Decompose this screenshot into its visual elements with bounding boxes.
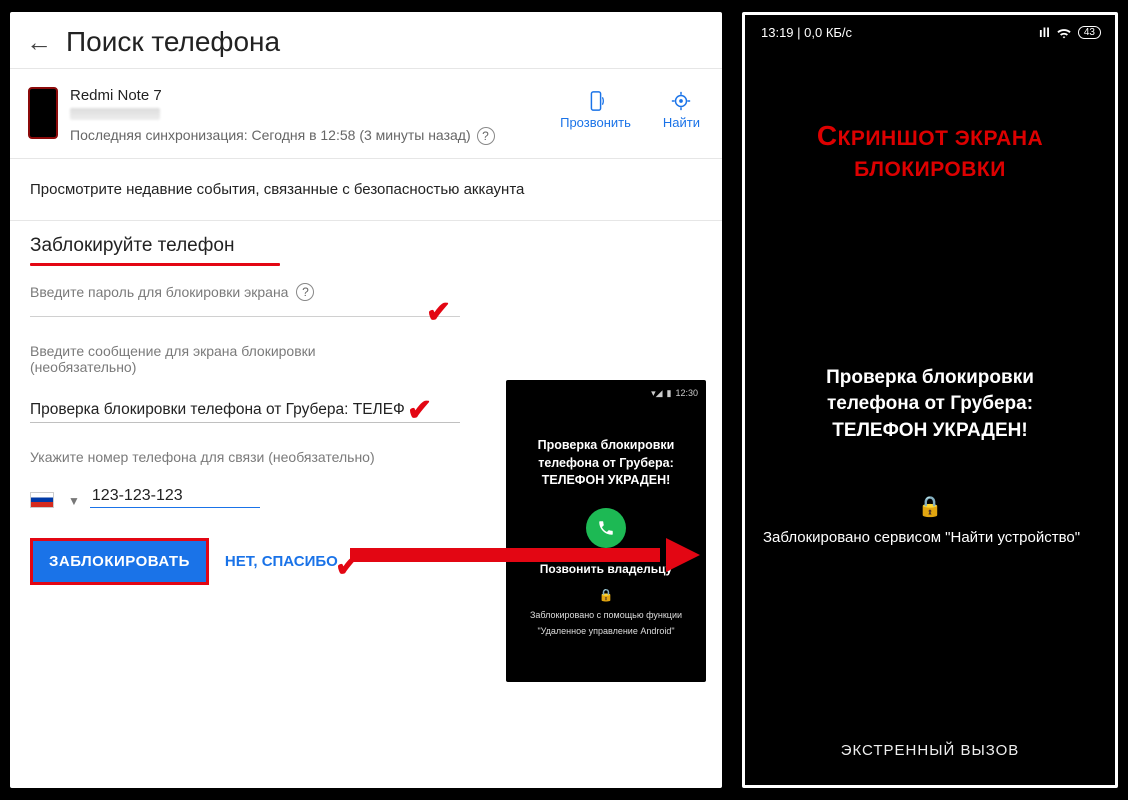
annotation-arrow-icon (350, 542, 700, 568)
message-label: Введите сообщение для экрана блокировки … (30, 343, 702, 375)
blocked-by-text: Заблокировано сервисом "Найти устройство… (745, 519, 1115, 548)
mini-lock-message: Проверка блокировки телефона от Грубера:… (538, 437, 675, 490)
lockscreen-screenshot: 13:19 | 0,0 КБ/с ıll 43 Скриншот экрана … (742, 12, 1118, 788)
find-button[interactable]: Найти (663, 87, 700, 130)
device-thumbnail (28, 87, 58, 139)
status-bar: 13:19 | 0,0 КБ/с ıll 43 (745, 15, 1115, 44)
locate-icon (670, 87, 692, 115)
msg-l3: ТЕЛЕФОН УКРАДЕН! (769, 418, 1091, 445)
device-account-blurred (70, 108, 160, 120)
mini-msg-l1: Проверка блокировки (538, 437, 675, 455)
annotation-check-icon: ✔ (407, 393, 432, 428)
device-info: Redmi Note 7 Последняя синхронизация: Се… (70, 87, 560, 146)
password-input[interactable] (30, 307, 460, 317)
sync-text: Последняя синхронизация: Сегодня в 12:58… (70, 126, 560, 146)
annotation-underline (30, 263, 280, 266)
battery-icon: ▮ (667, 388, 672, 399)
help-icon[interactable]: ? (477, 127, 495, 145)
status-time: 13:19 | 0,0 КБ/с (761, 25, 852, 40)
mini-sub1: Заблокировано с помощью функции (530, 610, 682, 620)
message-input-underline (30, 419, 460, 423)
find-label: Найти (663, 115, 700, 130)
phone-ring-icon (585, 87, 607, 115)
password-label: Введите пароль для блокировки экрана ? (30, 283, 702, 301)
lockscreen-message: Проверка блокировки телефона от Грубера:… (745, 365, 1115, 445)
page-title: Поиск телефона (66, 26, 280, 58)
ring-label: Прозвонить (560, 115, 631, 130)
signal-icon: ıll (1039, 25, 1050, 40)
msg-l1: Проверка блокировки (769, 365, 1091, 392)
wifi-icon (1056, 26, 1072, 40)
lock-button[interactable]: ЗАБЛОКИРОВАТЬ (30, 538, 209, 585)
find-phone-panel: ← Поиск телефона Redmi Note 7 Последняя … (10, 12, 722, 788)
actions-row: ЗАБЛОКИРОВАТЬ НЕТ, СПАСИБО (10, 518, 722, 605)
msg-l2: телефона от Грубера: (769, 391, 1091, 418)
status-icons: ıll 43 (1039, 25, 1101, 40)
security-events-link[interactable]: Просмотрите недавние события, связанные … (10, 159, 722, 220)
phone-input[interactable] (90, 485, 260, 508)
lock-icon: 🔒 (745, 494, 1115, 519)
help-icon[interactable]: ? (296, 283, 314, 301)
no-thanks-button[interactable]: НЕТ, СПАСИБО (225, 553, 338, 570)
chevron-down-icon[interactable]: ▼ (68, 494, 80, 508)
message-label-2: (необязательно) (30, 359, 136, 375)
password-label-text: Введите пароль для блокировки экрана (30, 284, 288, 300)
emergency-call-button[interactable]: ЭКСТРЕННЫЙ ВЫЗОВ (745, 742, 1115, 759)
mini-msg-l2: телефона от Грубера: (538, 455, 675, 473)
annotation-check-icon: ✔ (426, 295, 451, 330)
message-input-value[interactable]: Проверка блокировки телефона от Грубера:… (30, 401, 460, 419)
ring-button[interactable]: Прозвонить (560, 87, 631, 130)
message-label-1: Введите сообщение для экрана блокировки (30, 343, 316, 359)
device-actions: Прозвонить Найти (560, 87, 706, 130)
mini-time: 12:30 (675, 388, 698, 399)
back-icon[interactable]: ← (26, 27, 52, 58)
red-title-1: криншот экрана (838, 127, 1044, 150)
annotation-title: Скриншот экрана блокировки (745, 116, 1115, 185)
mini-status-bar: ▾◢ ▮ 12:30 (651, 388, 706, 399)
red-title-2: блокировки (854, 158, 1006, 181)
sync-label: Последняя синхронизация: Сегодня в 12:58… (70, 127, 471, 143)
device-name: Redmi Note 7 (70, 87, 560, 104)
lock-heading: Заблокируйте телефон (30, 235, 702, 257)
flag-ru-icon[interactable] (30, 492, 54, 508)
mini-msg-l3: ТЕЛЕФОН УКРАДЕН! (538, 472, 675, 490)
battery-icon: 43 (1078, 26, 1101, 39)
header: ← Поиск телефона (10, 12, 722, 68)
device-row: Redmi Note 7 Последняя синхронизация: Се… (10, 69, 722, 158)
signal-icon: ▾◢ (651, 388, 662, 399)
mini-sub2: "Удаленное управление Android" (537, 626, 674, 636)
